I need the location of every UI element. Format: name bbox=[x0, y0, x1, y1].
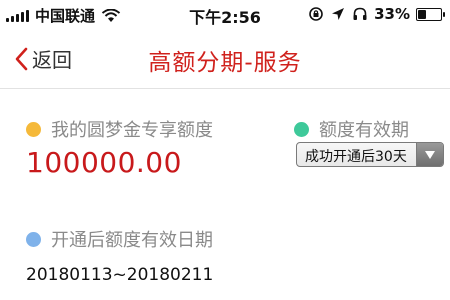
validity-select[interactable]: 成功开通后30天 bbox=[296, 142, 444, 167]
validity-select-value: 成功开通后30天 bbox=[305, 149, 407, 165]
location-icon bbox=[332, 8, 345, 20]
quota-label: 我的圆梦金专享额度 bbox=[51, 120, 213, 141]
page-title: 高额分期-服务 bbox=[148, 50, 302, 76]
chevron-down-icon bbox=[425, 150, 435, 159]
headphones-icon bbox=[353, 7, 367, 20]
effective-label: 开通后额度有效日期 bbox=[51, 230, 213, 251]
status-bar: 中国联通 下午2:56 33% bbox=[0, 0, 450, 30]
nav-header: 返回 高额分期-服务 bbox=[0, 30, 450, 89]
validity-label: 额度有效期 bbox=[319, 120, 409, 141]
battery-fill bbox=[418, 9, 426, 19]
quota-amount: 100000.00 bbox=[26, 146, 182, 179]
status-right: 33% bbox=[308, 5, 445, 23]
battery-percent: 33% bbox=[374, 5, 410, 23]
effective-label-row: 开通后额度有效日期 bbox=[26, 226, 213, 252]
battery-icon bbox=[416, 7, 445, 21]
quota-label-row: 我的圆梦金专享额度 bbox=[26, 116, 213, 142]
validity-dot bbox=[294, 121, 309, 137]
validity-label-row: 额度有效期 bbox=[294, 116, 409, 142]
effective-dot bbox=[26, 231, 41, 247]
effective-date-range: 20180113~20180211 bbox=[26, 265, 214, 285]
select-arrow-button[interactable] bbox=[416, 143, 443, 166]
lock-rotation-icon bbox=[309, 7, 323, 21]
page: 中国联通 下午2:56 33% 返回 高额分期-服务 我的圆梦金专享额度 额度有… bbox=[0, 0, 450, 300]
quota-dot bbox=[26, 121, 41, 137]
